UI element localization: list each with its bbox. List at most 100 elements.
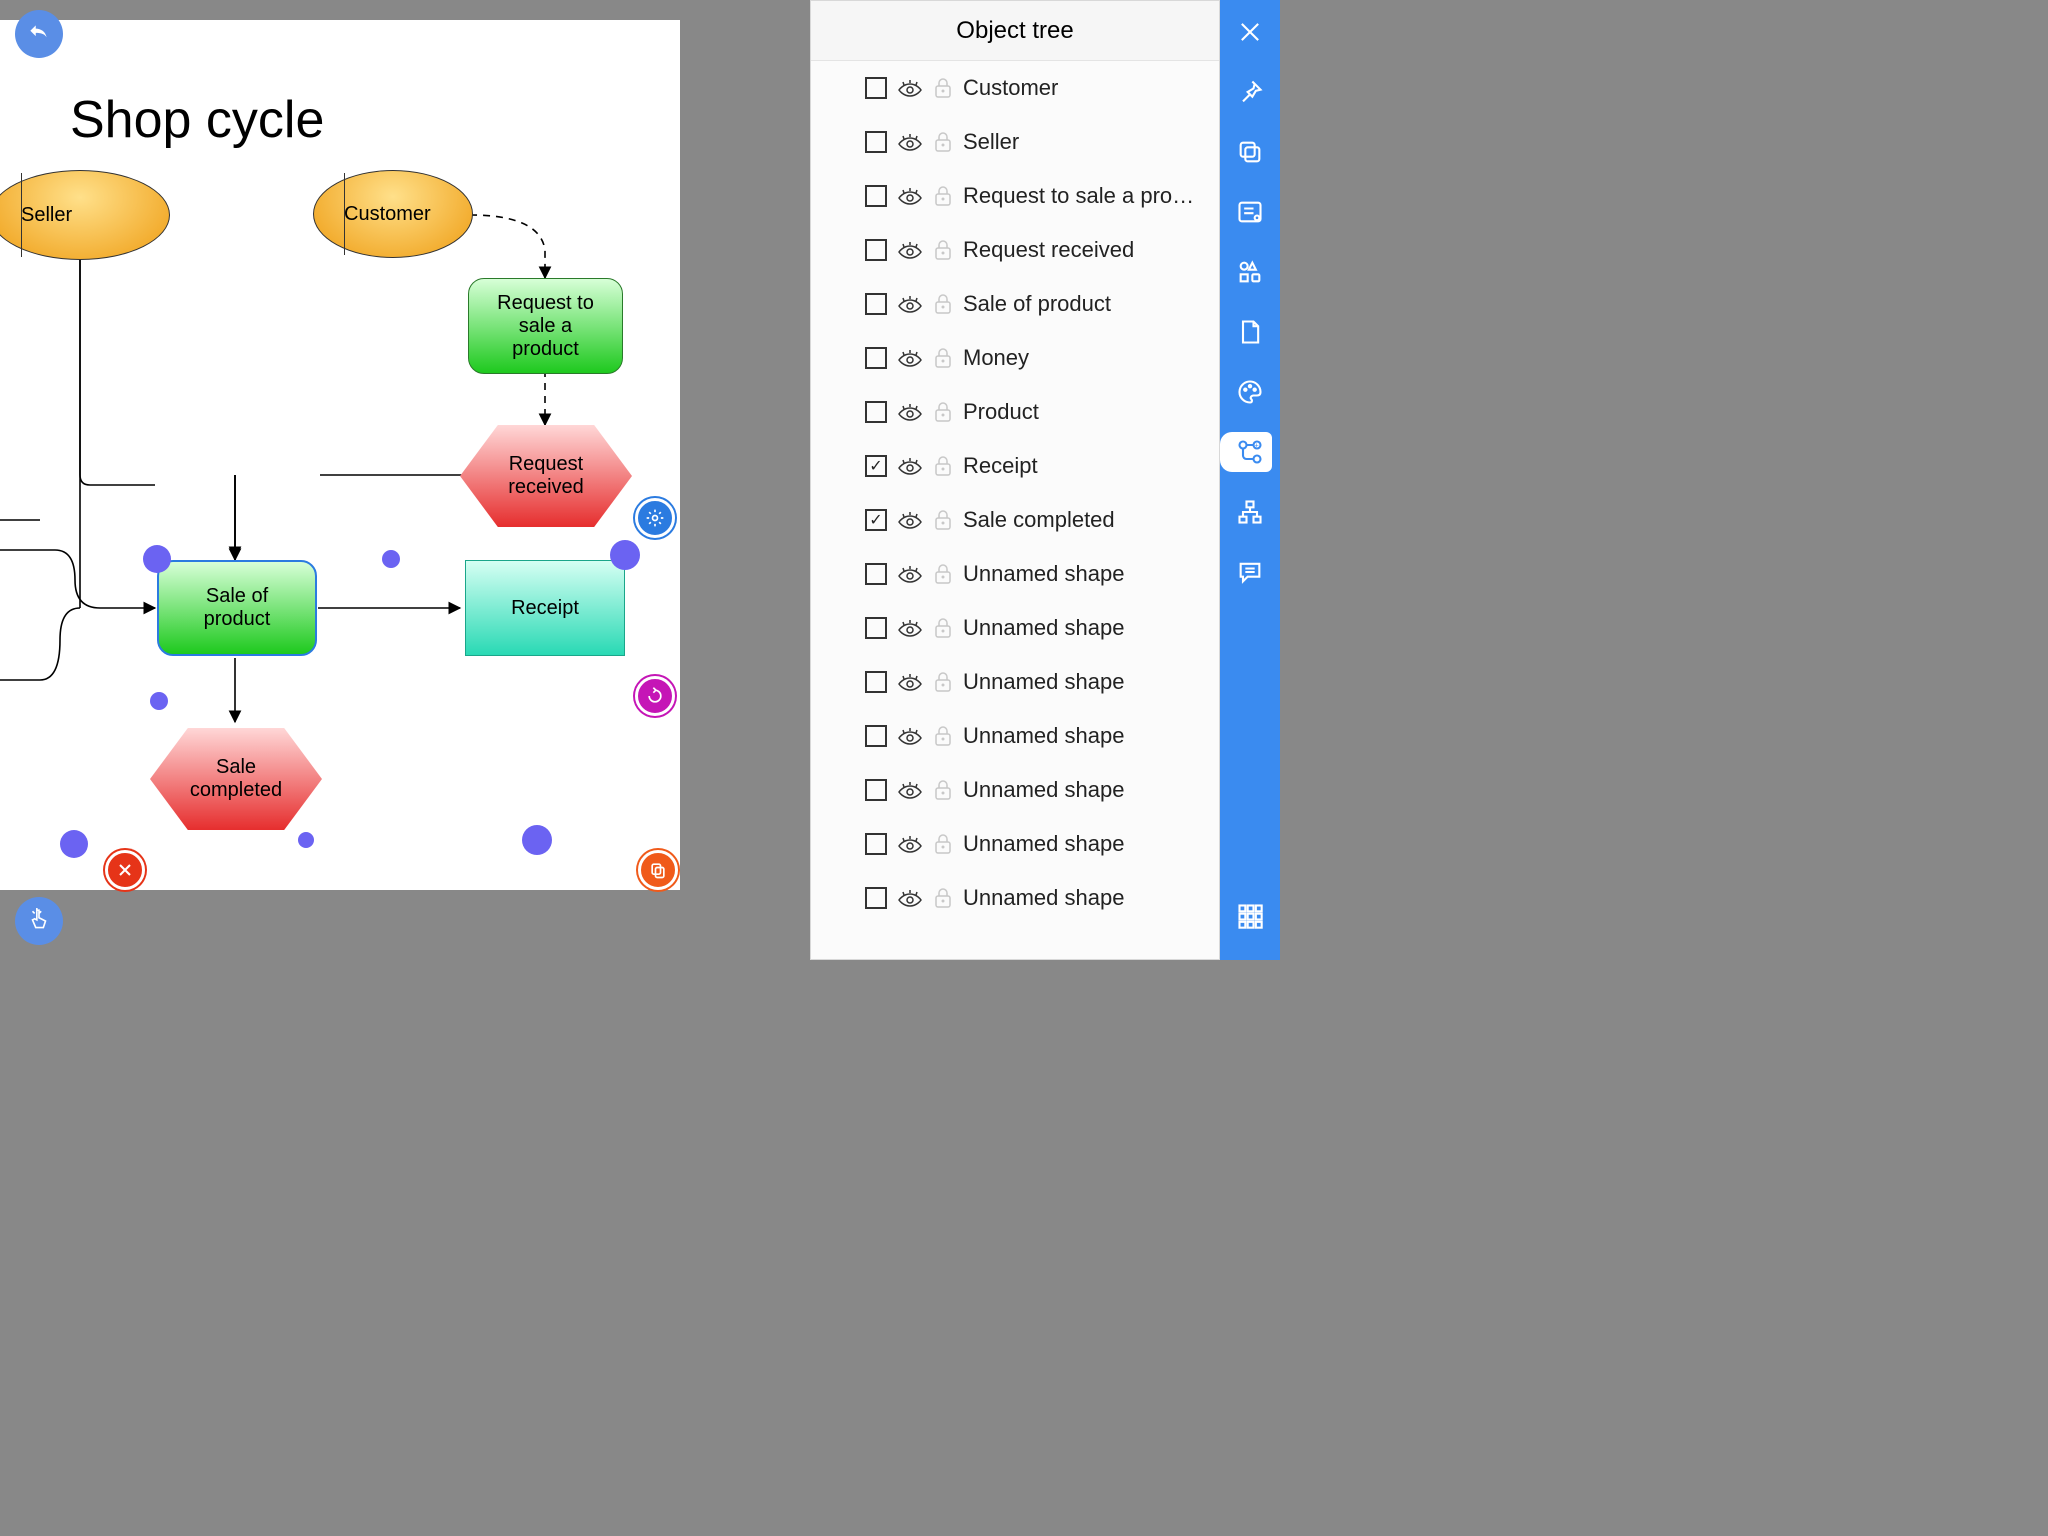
checkbox[interactable]	[865, 833, 887, 855]
lock-icon[interactable]	[933, 832, 953, 856]
selection-handle[interactable]	[610, 540, 640, 570]
delete-button[interactable]	[105, 850, 145, 890]
lock-icon[interactable]	[933, 670, 953, 694]
checkbox[interactable]	[865, 455, 887, 477]
lock-icon[interactable]	[933, 184, 953, 208]
lock-icon[interactable]	[933, 562, 953, 586]
shape-sale-of-product[interactable]: Sale of product	[157, 560, 317, 656]
lock-icon[interactable]	[933, 76, 953, 100]
checkbox[interactable]	[865, 887, 887, 909]
visibility-icon[interactable]	[897, 779, 923, 801]
tree-row[interactable]: Product	[811, 385, 1219, 439]
visibility-icon[interactable]	[897, 185, 923, 207]
visibility-icon[interactable]	[897, 347, 923, 369]
visibility-icon[interactable]	[897, 833, 923, 855]
checkbox[interactable]	[865, 617, 887, 639]
lock-icon[interactable]	[933, 616, 953, 640]
checkbox[interactable]	[865, 725, 887, 747]
lock-icon[interactable]	[933, 400, 953, 424]
properties-button[interactable]	[1230, 192, 1270, 232]
visibility-icon[interactable]	[897, 131, 923, 153]
tree-row[interactable]: Request received	[811, 223, 1219, 277]
tree-row[interactable]: Money	[811, 331, 1219, 385]
selection-handle[interactable]	[522, 825, 552, 855]
canvas-area[interactable]: Shop cycle	[0, 0, 810, 960]
tree-row[interactable]: Sale completed	[811, 493, 1219, 547]
selection-handle[interactable]	[150, 692, 168, 710]
checkbox[interactable]	[865, 185, 887, 207]
shape-sale-completed[interactable]: Sale completed	[150, 728, 322, 830]
visibility-icon[interactable]	[897, 455, 923, 477]
tree-row[interactable]: Receipt	[811, 439, 1219, 493]
visibility-icon[interactable]	[897, 401, 923, 423]
lock-icon[interactable]	[933, 238, 953, 262]
shape-seller[interactable]: Seller	[0, 170, 170, 260]
selection-handle[interactable]	[60, 830, 88, 858]
visibility-icon[interactable]	[897, 617, 923, 639]
tree-row[interactable]: Request to sale a pro…	[811, 169, 1219, 223]
selection-handle[interactable]	[298, 832, 314, 848]
checkbox[interactable]	[865, 77, 887, 99]
visibility-icon[interactable]	[897, 887, 923, 909]
lock-icon[interactable]	[933, 454, 953, 478]
tree-row[interactable]: Unnamed shape	[811, 709, 1219, 763]
tree-row[interactable]: Unnamed shape	[811, 547, 1219, 601]
checkbox[interactable]	[865, 293, 887, 315]
checkbox[interactable]	[865, 779, 887, 801]
layers-button[interactable]	[1230, 132, 1270, 172]
lock-icon[interactable]	[933, 724, 953, 748]
selection-handle[interactable]	[143, 545, 171, 573]
visibility-icon[interactable]	[897, 725, 923, 747]
sitemap-button[interactable]	[1230, 492, 1270, 532]
checkbox[interactable]	[865, 239, 887, 261]
canvas[interactable]: Shop cycle	[0, 20, 680, 890]
tree-row[interactable]: Seller	[811, 115, 1219, 169]
close-panel-button[interactable]	[1230, 12, 1270, 52]
tree-row[interactable]: Sale of product	[811, 277, 1219, 331]
tree-row[interactable]: Unnamed shape	[811, 655, 1219, 709]
checkbox[interactable]	[865, 401, 887, 423]
tree-item-label: Money	[963, 345, 1209, 371]
checkbox[interactable]	[865, 509, 887, 531]
tree-row[interactable]: Unnamed shape	[811, 871, 1219, 925]
shape-receipt[interactable]: Receipt	[465, 560, 625, 656]
object-tree-button[interactable]: +	[1220, 432, 1272, 472]
shapes-button[interactable]	[1230, 252, 1270, 292]
lock-icon[interactable]	[933, 508, 953, 532]
touch-mode-button[interactable]	[15, 897, 63, 945]
tree-row[interactable]: Customer	[811, 61, 1219, 115]
lock-icon[interactable]	[933, 778, 953, 802]
visibility-icon[interactable]	[897, 509, 923, 531]
checkbox[interactable]	[865, 671, 887, 693]
duplicate-button[interactable]	[638, 850, 678, 890]
visibility-icon[interactable]	[897, 563, 923, 585]
checkbox[interactable]	[865, 347, 887, 369]
lock-icon[interactable]	[933, 346, 953, 370]
tree-row[interactable]: Unnamed shape	[811, 763, 1219, 817]
undo-button[interactable]	[15, 10, 63, 58]
visibility-icon[interactable]	[897, 293, 923, 315]
page-button[interactable]	[1230, 312, 1270, 352]
tree-row[interactable]: Unnamed shape	[811, 817, 1219, 871]
visibility-icon[interactable]	[897, 671, 923, 693]
lock-icon[interactable]	[933, 130, 953, 154]
selection-handle[interactable]	[382, 550, 400, 568]
lock-icon[interactable]	[933, 292, 953, 316]
tree-icon: +	[1236, 438, 1264, 466]
checkbox[interactable]	[865, 131, 887, 153]
pin-button[interactable]	[1230, 72, 1270, 112]
grid-button[interactable]	[1230, 896, 1270, 936]
visibility-icon[interactable]	[897, 77, 923, 99]
shape-request-received[interactable]: Request received	[460, 425, 632, 527]
shape-customer[interactable]: Customer	[313, 170, 473, 258]
lock-icon[interactable]	[933, 886, 953, 910]
tree-row[interactable]: Unnamed shape	[811, 601, 1219, 655]
palette-button[interactable]	[1230, 372, 1270, 412]
visibility-icon[interactable]	[897, 239, 923, 261]
shape-request-sale[interactable]: Request to sale a product	[468, 278, 623, 374]
comment-button[interactable]	[1230, 552, 1270, 592]
checkbox[interactable]	[865, 563, 887, 585]
shape-settings-button[interactable]	[635, 498, 675, 538]
rotate-button[interactable]	[635, 676, 675, 716]
object-tree-list[interactable]: CustomerSellerRequest to sale a pro…Requ…	[811, 61, 1219, 959]
